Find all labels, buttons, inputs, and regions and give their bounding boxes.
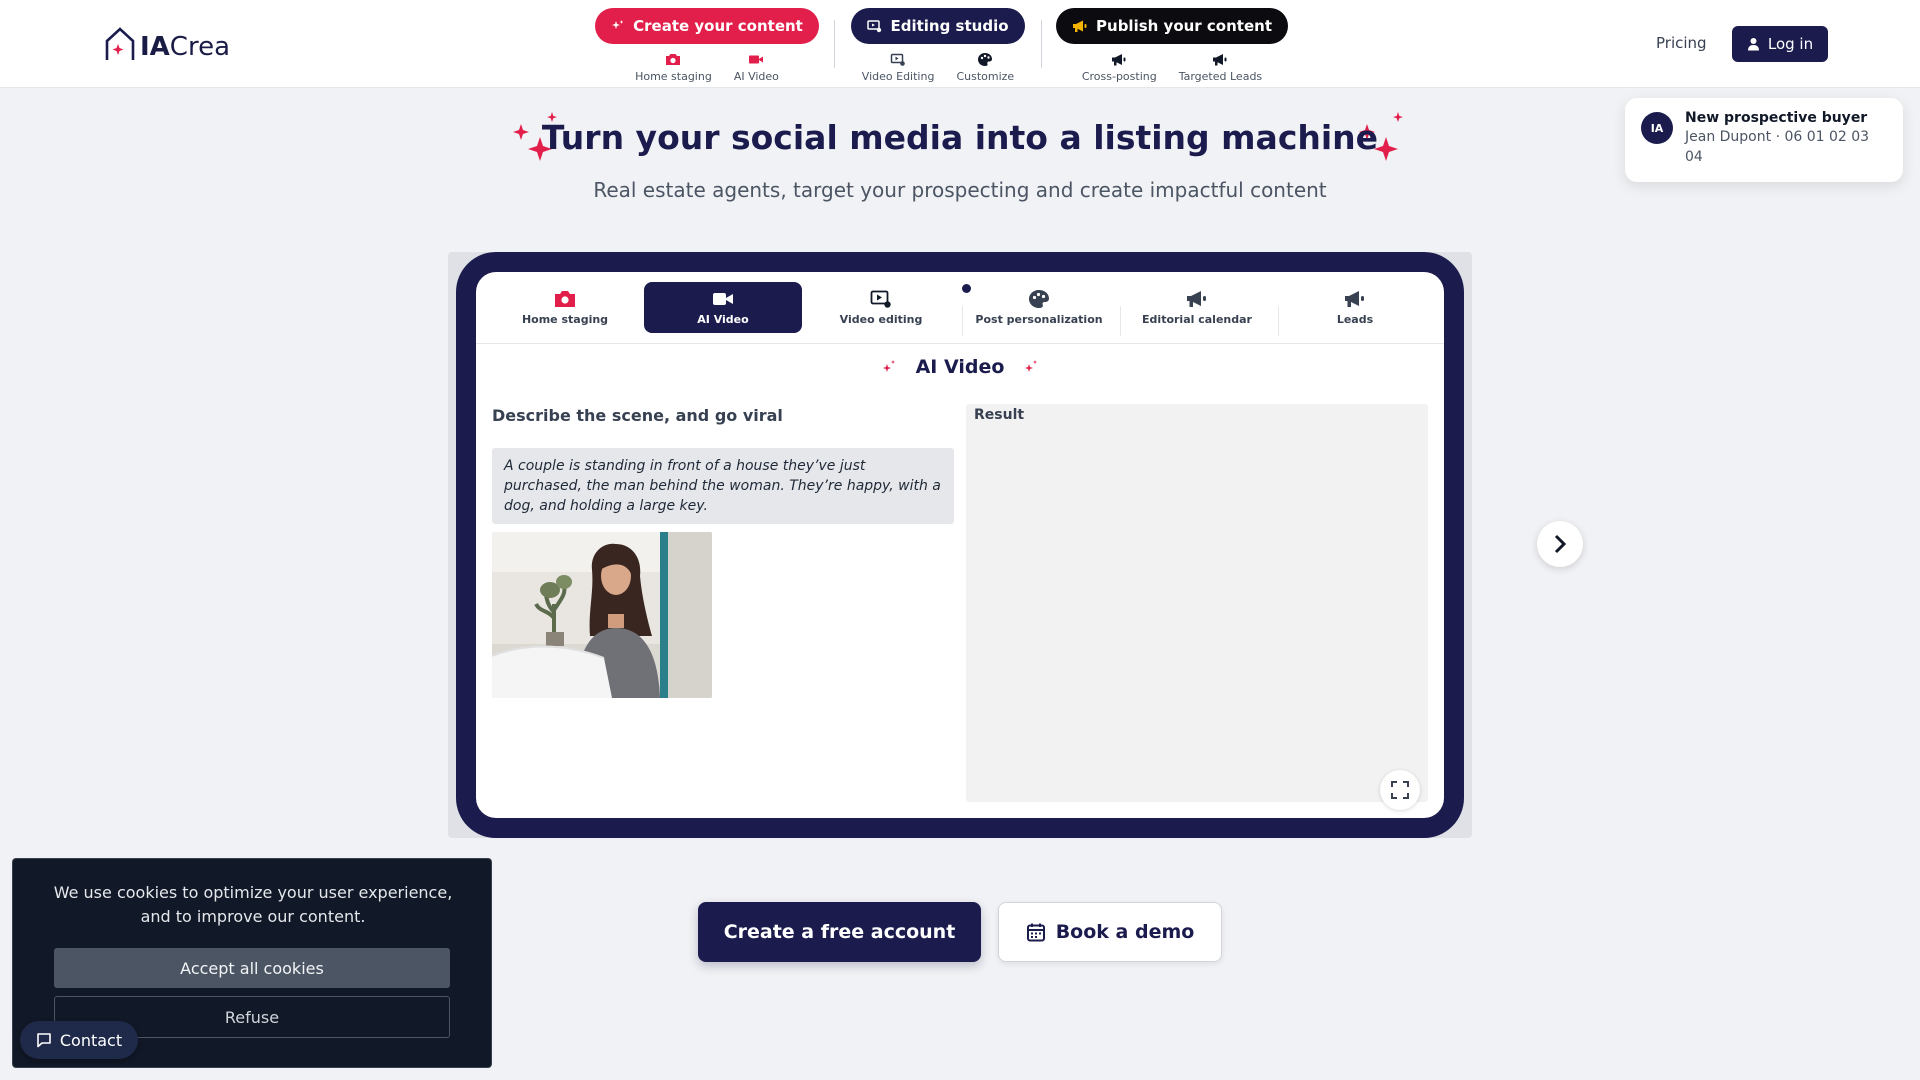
sparkle-icon <box>612 20 624 29</box>
camera-icon <box>555 291 575 307</box>
demo-tabbar: Home staging AI Video Video editing Post… <box>476 272 1444 344</box>
chevron-right-icon <box>1554 534 1567 554</box>
publish-content-button[interactable]: Publish your content <box>1056 8 1288 44</box>
nav-sub-label: AI Video <box>733 70 779 83</box>
camera-icon <box>666 54 681 65</box>
notification-toast: IA New prospective buyer Jean Dupont · 0… <box>1625 98 1903 182</box>
megaphone-icon <box>1345 291 1364 307</box>
video-edit-icon <box>867 20 882 33</box>
demo-title: AI Video <box>476 356 1444 378</box>
accept-cookies-button[interactable]: Accept all cookies <box>54 948 450 988</box>
create-account-button[interactable]: Create a free account <box>698 902 981 962</box>
book-demo-button[interactable]: Book a demo <box>998 902 1222 962</box>
nav-sub-label: Targeted Leads <box>1178 70 1263 83</box>
tablet-screen: Home staging AI Video Video editing Post… <box>476 272 1444 818</box>
tab-label: Post personalization <box>975 313 1103 326</box>
logo-suffix: Crea <box>169 32 230 62</box>
hero-subtitle: Real estate agents, target your prospect… <box>593 178 1327 202</box>
house-logo-icon <box>105 27 135 60</box>
editing-studio-button[interactable]: Editing studio <box>851 8 1025 44</box>
tab-label: Leads <box>1336 313 1374 326</box>
pricing-link[interactable]: Pricing <box>1656 34 1707 52</box>
publish-content-label: Publish your content <box>1096 17 1272 35</box>
contact-label: Contact <box>59 1030 123 1050</box>
video-camera-icon <box>713 293 733 305</box>
nav-group-create: Create your content Home staging AI Vide… <box>595 8 819 83</box>
nav-group-publish: Publish your content Cross-posting Targe… <box>1056 8 1288 83</box>
megaphone-icon <box>1187 291 1206 307</box>
palette-icon <box>1029 290 1049 308</box>
avatar: IA <box>1641 112 1673 144</box>
tablet-frame: Home staging AI Video Video editing Post… <box>456 252 1464 838</box>
tab-label: Editorial calendar <box>1142 313 1252 326</box>
megaphone-icon <box>1073 20 1087 32</box>
user-icon <box>1747 38 1759 51</box>
tab-editorial-calendar[interactable]: Editorial calendar <box>1118 282 1276 333</box>
nav-sub-customize[interactable]: Customize <box>956 52 1014 83</box>
nav-divider <box>1041 20 1042 68</box>
tab-home-staging[interactable]: Home staging <box>486 282 644 333</box>
tab-leads[interactable]: Leads <box>1276 282 1434 333</box>
create-content-label: Create your content <box>633 17 803 35</box>
tab-label: Video editing <box>839 313 923 326</box>
nav-sub-label: Video Editing <box>861 70 935 83</box>
nav-divider <box>834 20 835 68</box>
sparkle-icon <box>1025 360 1038 372</box>
calendar-icon <box>1026 923 1045 942</box>
video-edit-icon <box>890 53 905 66</box>
reference-photo <box>492 532 712 698</box>
scene-heading: Describe the scene, and go viral <box>492 406 783 425</box>
nav-sub-label: Home staging <box>635 70 712 83</box>
notification-body: Jean Dupont · 06 01 02 03 04 <box>1685 129 1870 165</box>
editing-studio-label: Editing studio <box>890 17 1009 35</box>
expand-icon <box>1391 781 1409 799</box>
video-edit-icon <box>870 290 891 308</box>
logo[interactable]: IACrea <box>104 22 230 62</box>
create-content-button[interactable]: Create your content <box>595 8 819 44</box>
logo-prefix: IA <box>140 32 170 62</box>
nav-sub-label: Customize <box>956 70 1015 83</box>
result-label: Result <box>974 407 1025 423</box>
sparkle-icon <box>882 360 895 372</box>
palette-icon <box>978 53 993 66</box>
tab-post-personalization[interactable]: Post personalization <box>960 282 1118 333</box>
chat-bubble-icon <box>37 1033 51 1048</box>
megaphone-icon <box>1213 54 1227 66</box>
prompt-text: A couple is standing in front of a house… <box>492 448 954 524</box>
demo-title-text: AI Video <box>915 356 1005 378</box>
video-camera-icon <box>749 55 764 64</box>
nav-sub-targeted-leads[interactable]: Targeted Leads <box>1179 52 1262 83</box>
nav-sub-label: Cross-posting <box>1081 70 1157 83</box>
notification-title: New prospective buyer <box>1685 110 1868 126</box>
tab-video-editing[interactable]: Video editing <box>802 282 960 333</box>
tab-ai-video[interactable]: AI Video <box>644 282 802 333</box>
contact-button[interactable]: Contact <box>20 1021 138 1059</box>
megaphone-icon <box>1112 54 1126 66</box>
nav-sub-ai-video[interactable]: AI Video <box>734 52 779 83</box>
book-demo-label: Book a demo <box>1055 921 1195 943</box>
tab-label: AI Video <box>697 313 749 326</box>
cookie-text: We use cookies to optimize your user exp… <box>53 883 453 926</box>
nav-sub-home-staging[interactable]: Home staging <box>635 52 712 83</box>
tab-label: Home staging <box>521 313 609 326</box>
nav-sub-cross-posting[interactable]: Cross-posting <box>1082 52 1157 83</box>
login-label: Log in <box>1767 35 1814 53</box>
carousel-next-button[interactable] <box>1537 521 1583 567</box>
nav-sub-video-editing[interactable]: Video Editing <box>861 52 935 83</box>
fullscreen-button[interactable] <box>1380 770 1420 810</box>
result-panel: Result <box>966 404 1428 802</box>
nav-group-editing: Editing studio Video Editing Customize <box>851 8 1025 83</box>
login-button[interactable]: Log in <box>1732 26 1828 62</box>
site-header: IACrea Create your content Home staging … <box>0 0 1920 88</box>
